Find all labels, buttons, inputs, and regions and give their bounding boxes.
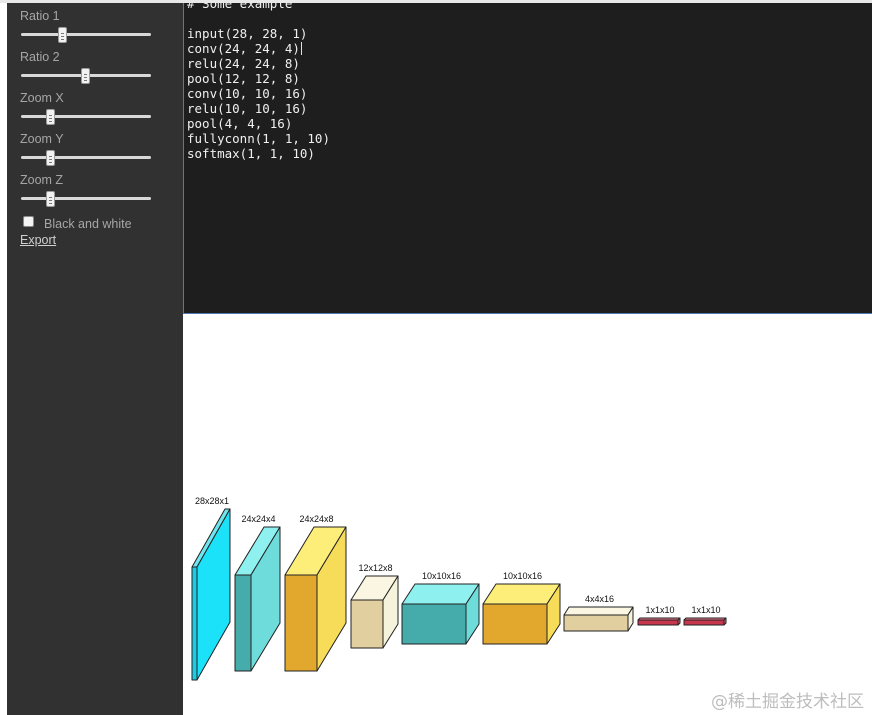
layer-input: 28x28x1 — [191, 496, 231, 681]
layer-size-label: 10x10x16 — [422, 571, 461, 581]
sidebar: Ratio 1 Ratio 2 Zoom X Zoom Y Zoom Z Bla… — [7, 3, 183, 715]
code-line[interactable]: pool(12, 12, 8) — [187, 71, 330, 86]
layer-front-face — [234, 574, 252, 672]
watermark: @稀土掘金技术社区 — [711, 692, 864, 712]
layer-relu: 10x10x16 — [482, 571, 561, 645]
layer-top-face — [563, 606, 634, 616]
code-line[interactable]: conv(10, 10, 16) — [187, 86, 330, 101]
slider-track — [21, 115, 151, 118]
zoom-y-slider[interactable] — [21, 150, 151, 166]
layer-conv: 10x10x16 — [401, 571, 480, 645]
layer-size-label: 1x1x10 — [645, 605, 674, 615]
layer-fullyconn: 1x1x10 — [637, 605, 681, 626]
slider-thumb[interactable] — [81, 68, 90, 84]
slider-thumb[interactable] — [45, 150, 55, 166]
layer-front-face — [401, 603, 467, 645]
layer-front-face — [350, 599, 384, 649]
layer-size-label: 12x12x8 — [358, 563, 392, 573]
code-line[interactable]: # Some example — [187, 3, 330, 11]
slider-thumb[interactable] — [45, 191, 55, 207]
zoom-x-label: Zoom X — [20, 91, 64, 105]
zoom-z-label: Zoom Z — [20, 173, 64, 187]
code-line[interactable]: fullyconn(1, 1, 10) — [187, 131, 330, 146]
layer-size-label: 1x1x10 — [691, 605, 720, 615]
left-edge — [0, 3, 7, 715]
code-line[interactable]: softmax(1, 1, 10) — [187, 146, 330, 161]
ratio-2-slider[interactable] — [21, 68, 151, 84]
export-link[interactable]: Export — [20, 233, 56, 247]
layer-size-label: 4x4x16 — [585, 594, 614, 604]
layer-front-face — [191, 566, 198, 681]
ratio-2-label: Ratio 2 — [20, 50, 60, 64]
layer-front-face — [482, 603, 548, 645]
layer-front-face — [284, 574, 318, 672]
code-line[interactable]: relu(24, 24, 8) — [187, 56, 330, 71]
code-text[interactable]: # Some example input(28, 28, 1) conv(24, 2… — [187, 3, 330, 161]
layer-front-face — [637, 619, 679, 626]
layer-size-label: 28x28x1 — [195, 496, 229, 506]
layer-front-face — [683, 619, 725, 626]
code-line[interactable]: conv(24, 24, 4) — [187, 41, 330, 56]
code-line[interactable] — [187, 11, 330, 26]
layer-softmax: 1x1x10 — [683, 605, 727, 626]
code-editor[interactable]: # Some example input(28, 28, 1) conv(24, 2… — [183, 3, 872, 314]
zoom-z-slider[interactable] — [21, 191, 151, 207]
zoom-x-slider[interactable] — [21, 109, 151, 125]
network-canvas: 28x28x1 24x24x4 24x24x8 12x12x8 10x10x16 10x1… — [183, 314, 872, 715]
slider-track — [21, 33, 151, 36]
black-and-white-label: Black and white — [44, 217, 132, 231]
code-line[interactable]: input(28, 28, 1) — [187, 26, 330, 41]
layer-size-label: 10x10x16 — [503, 571, 542, 581]
layer-pool: 12x12x8 — [350, 563, 399, 649]
ratio-1-slider[interactable] — [21, 27, 151, 43]
slider-thumb[interactable] — [57, 27, 67, 43]
layer-conv: 24x24x4 — [234, 514, 281, 672]
slider-track — [21, 197, 151, 200]
code-line[interactable]: relu(10, 10, 16) — [187, 101, 330, 116]
zoom-y-label: Zoom Y — [20, 132, 64, 146]
black-and-white-checkbox[interactable] — [23, 216, 34, 227]
layer-size-label: 24x24x8 — [299, 514, 333, 524]
ratio-1-label: Ratio 1 — [20, 9, 60, 23]
layer-front-face — [563, 614, 629, 632]
app-window: Ratio 1 Ratio 2 Zoom X Zoom Y Zoom Z Bla… — [0, 0, 872, 715]
text-cursor — [300, 42, 302, 55]
layer-relu: 24x24x8 — [284, 514, 347, 672]
slider-track — [21, 156, 151, 159]
layer-pool: 4x4x16 — [563, 594, 634, 632]
network-diagram: 28x28x1 24x24x4 24x24x8 12x12x8 10x10x16 10x1… — [191, 496, 727, 681]
code-line[interactable]: pool(4, 4, 16) — [187, 116, 330, 131]
slider-thumb[interactable] — [45, 109, 55, 125]
layer-size-label: 24x24x4 — [241, 514, 275, 524]
